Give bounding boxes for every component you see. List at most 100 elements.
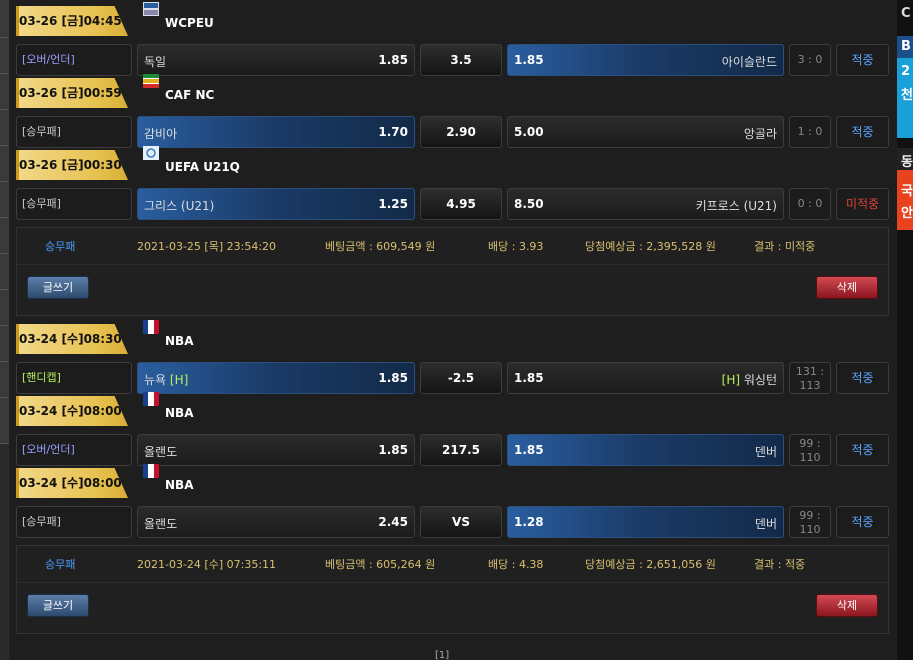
home-team-text: 올랜도 (144, 517, 178, 531)
away-team-text: 앙골라 (743, 127, 777, 141)
bet-slip-summary: 승무패 2021-03-25 [목] 23:54:20 베팅금액 : 609,549… (16, 227, 889, 316)
summary-expected-win: 당첨예상금 : 2,651,056 원 (585, 558, 716, 571)
bet-slip-summary: 승무패 2021-03-24 [수] 07:35:11 베팅금액 : 605,264… (16, 545, 889, 634)
left-panel-edge (0, 0, 9, 660)
draw-line-button[interactable]: 4.95 (420, 188, 502, 220)
home-team-name: 올랜도 (144, 443, 177, 460)
left-panel-segment (0, 290, 9, 326)
summary-amount: 베팅금액 : 605,264 원 (325, 558, 436, 571)
home-odds: 1.85 (378, 443, 408, 457)
away-team-text: 아이슬란드 (721, 55, 777, 69)
summary-bet-kind: 승무패 (45, 240, 76, 253)
away-team-name: 아이슬란드 (722, 53, 777, 70)
home-odds-button[interactable]: 올랜도 2.45 (137, 506, 415, 538)
league-name: NBA (165, 334, 194, 348)
summary-divider (17, 264, 888, 265)
away-team-text: 덴버 (754, 517, 777, 531)
draw-line-button[interactable]: VS (420, 506, 502, 538)
match-header: 03-26 [금]00:30 UEFA U21Q (9, 144, 889, 180)
home-odds: 1.25 (378, 197, 408, 211)
bet-type-label: [승무패] (16, 188, 132, 220)
home-team-text: 뉴욕 (144, 373, 167, 387)
bet-history-list: 03-26 [금]04:45 WCPEU [오버/언더] 독일 1.85 3.5 1.85 아… (9, 0, 897, 660)
match-header: 03-24 [수]08:30 NBA (9, 318, 889, 354)
match-result-badge: 미적중 (836, 188, 889, 220)
away-odds-button[interactable]: 1.28 덴버 (507, 506, 784, 538)
bet-type-label: [승무패] (16, 506, 132, 538)
delete-button[interactable]: 삭제 (816, 594, 878, 617)
right-side-banner[interactable]: C B 2 천 동 국 안 (897, 0, 913, 660)
score-line: 1 : 0 (797, 125, 823, 138)
away-odds: 1.85 (514, 371, 544, 385)
score-line: 99 : (799, 437, 821, 450)
left-panel-segment (0, 110, 9, 146)
summary-date: 2021-03-24 [수] 07:35:11 (137, 558, 277, 571)
summary-odds: 배당 : 3.93 (488, 240, 544, 253)
away-odds: 1.85 (514, 443, 544, 457)
home-odds: 1.70 (378, 125, 408, 139)
summary-amount: 베팅금액 : 609,549 원 (325, 240, 436, 253)
handicap-tag: [H] (721, 373, 741, 387)
bet-row: [승무패] 그리스 (U21) 1.25 4.95 8.50 키프로스 (U21) 0 : … (9, 188, 889, 220)
left-panel-segment (0, 398, 9, 444)
summary-expected-win: 당첨예상금 : 2,395,528 원 (585, 240, 716, 253)
away-team-name: 덴버 (755, 443, 777, 460)
right-banner-block: 2 천 (897, 58, 913, 138)
score-line: 131 : (795, 365, 825, 378)
right-banner-block: B (897, 36, 913, 58)
delete-button[interactable]: 삭제 (816, 276, 878, 299)
summary-divider (17, 582, 888, 583)
away-team-name: [H] 워싱턴 (722, 371, 777, 388)
match-header: 03-24 [수]08:00 NBA (9, 390, 889, 426)
home-team-name: 올랜도 (144, 515, 177, 532)
pagination[interactable]: [1] (435, 650, 449, 660)
home-odds-button[interactable]: 그리스 (U21) 1.25 (137, 188, 415, 220)
summary-line: 승무패 2021-03-25 [목] 23:54:20 베팅금액 : 609,549… (17, 238, 888, 256)
match-header: 03-26 [금]00:59 CAF NC (9, 72, 889, 108)
score-line: 3 : 0 (797, 53, 823, 66)
summary-result: 결과 : 미적중 (754, 240, 816, 253)
summary-bet-kind: 승무패 (45, 558, 76, 571)
write-post-button[interactable]: 글쓰기 (27, 594, 89, 617)
match-header: 03-26 [금]04:45 WCPEU (9, 0, 889, 36)
summary-result: 결과 : 적중 (754, 558, 806, 571)
home-team-text: 독일 (144, 55, 167, 69)
away-team-name: 덴버 (755, 515, 777, 532)
home-team-text: 그리스 (U21) (144, 199, 215, 213)
away-odds: 8.50 (514, 197, 544, 211)
summary-odds: 배당 : 4.38 (488, 558, 544, 571)
match-score: 0 : 0 (789, 188, 831, 220)
bet-row: [승무패] 올랜도 2.45 VS 1.28 덴버 99 :110 적중 (9, 506, 889, 538)
match-time-tab: 03-24 [수]08:30 (16, 324, 128, 354)
wcpeu-league-icon (143, 2, 159, 16)
match-time-tab: 03-24 [수]08:00 (16, 396, 128, 426)
score-line: 110 (799, 523, 821, 536)
home-odds: 1.85 (378, 53, 408, 67)
home-team-name: 독일 (144, 53, 166, 70)
away-odds: 1.28 (514, 515, 544, 529)
write-post-button[interactable]: 글쓰기 (27, 276, 89, 299)
away-team-text: 키프로스 (U21) (695, 199, 777, 213)
summary-date: 2021-03-25 [목] 23:54:20 (137, 240, 277, 253)
away-odds-button[interactable]: 8.50 키프로스 (U21) (507, 188, 784, 220)
away-team-name: 키프로스 (U21) (696, 197, 777, 214)
left-panel-segment (0, 362, 9, 398)
match-time-tab: 03-26 [금]04:45 (16, 6, 128, 36)
left-panel-segment (0, 182, 9, 218)
league-name: WCPEU (165, 16, 214, 30)
nba-league-icon (143, 392, 159, 406)
left-panel-segment (0, 38, 9, 74)
league-name: UEFA U21Q (165, 160, 240, 174)
league-name: NBA (165, 478, 194, 492)
match-time-tab: 03-24 [수]08:00 (16, 468, 128, 498)
left-panel-segment (0, 254, 9, 290)
left-panel-segment (0, 218, 9, 254)
home-team-name: 감비아 (144, 125, 177, 142)
match-time-tab: 03-26 [금]00:59 (16, 78, 128, 108)
home-team-name: 그리스 (U21) (144, 197, 214, 214)
uefa-league-icon (143, 146, 159, 160)
left-panel-segment (0, 146, 9, 182)
nba-league-icon (143, 464, 159, 478)
home-team-name: 뉴욕 [H] (144, 371, 188, 388)
left-panel-segment (0, 0, 9, 38)
